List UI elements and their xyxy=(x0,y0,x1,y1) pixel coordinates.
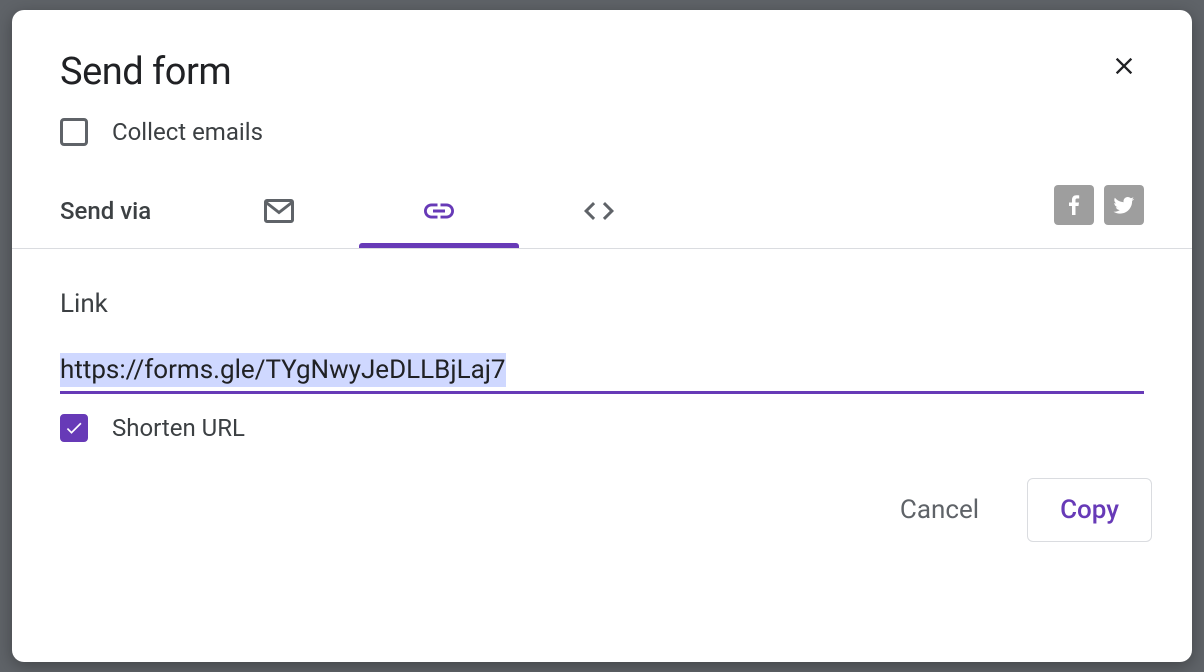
link-input-wrap[interactable]: https://forms.gle/TYgNwyJeDLLBjLaj7 xyxy=(60,355,1144,394)
shorten-url-label: Shorten URL xyxy=(112,414,245,442)
shorten-url-checkbox[interactable] xyxy=(60,414,88,442)
link-heading: Link xyxy=(60,289,1144,319)
dialog-header: Send form xyxy=(12,10,1192,118)
facebook-icon xyxy=(1062,193,1086,217)
send-form-dialog: Send form Collect emails Send via xyxy=(12,10,1192,662)
collect-emails-label: Collect emails xyxy=(112,118,263,146)
send-via-label: Send via xyxy=(60,197,151,225)
tab-email[interactable] xyxy=(199,174,359,248)
collect-emails-row: Collect emails xyxy=(12,118,1192,174)
link-input[interactable]: https://forms.gle/TYgNwyJeDLLBjLaj7 xyxy=(60,353,506,387)
copy-button[interactable]: Copy xyxy=(1027,478,1152,542)
dialog-title: Send form xyxy=(60,50,231,94)
email-icon xyxy=(261,193,297,229)
close-button[interactable] xyxy=(1104,46,1144,86)
link-section: Link https://forms.gle/TYgNwyJeDLLBjLaj7… xyxy=(12,249,1192,462)
link-icon xyxy=(421,193,457,229)
embed-icon xyxy=(581,193,617,229)
shorten-url-row: Shorten URL xyxy=(60,414,1144,442)
facebook-button[interactable] xyxy=(1054,185,1094,225)
send-via-tabs xyxy=(199,174,679,248)
send-via-row: Send via xyxy=(12,174,1192,249)
twitter-button[interactable] xyxy=(1104,185,1144,225)
collect-emails-checkbox[interactable] xyxy=(60,118,88,146)
tab-embed[interactable] xyxy=(519,174,679,248)
dialog-footer: Cancel Copy xyxy=(12,462,1192,566)
social-share xyxy=(1054,185,1144,237)
tab-link[interactable] xyxy=(359,174,519,248)
close-icon xyxy=(1110,52,1138,80)
check-icon xyxy=(64,418,84,438)
twitter-icon xyxy=(1112,193,1136,217)
cancel-button[interactable]: Cancel xyxy=(876,479,1003,541)
